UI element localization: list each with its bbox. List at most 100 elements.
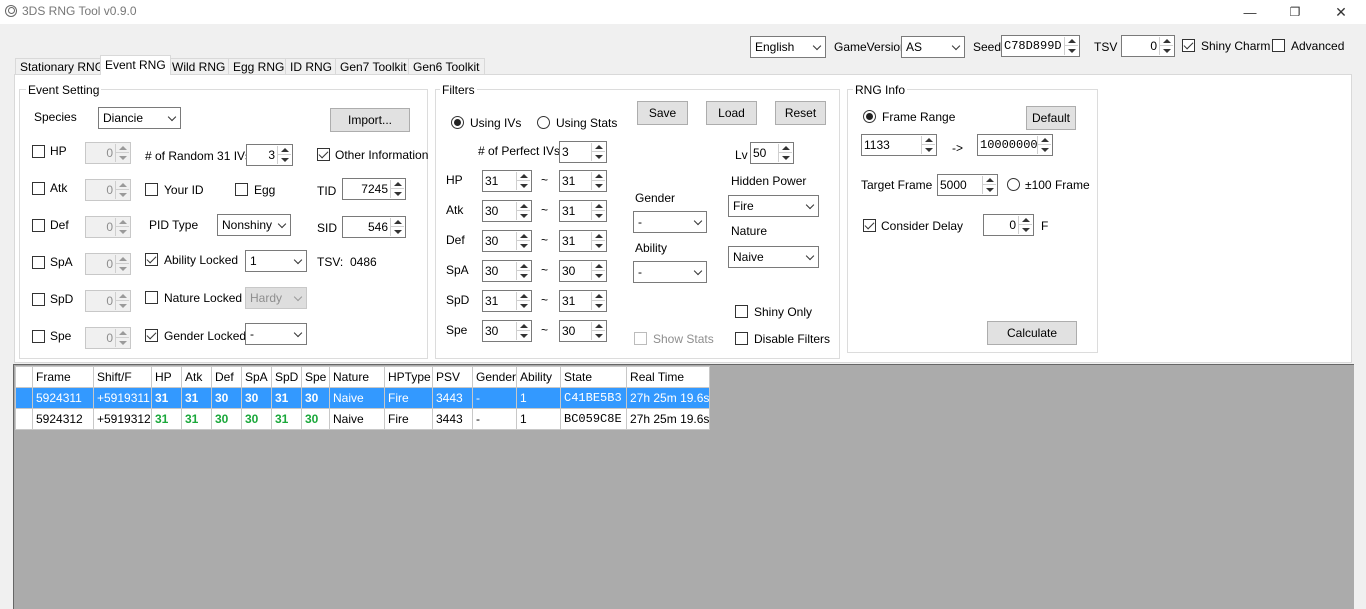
spinner-icon[interactable]	[591, 172, 605, 190]
row-header[interactable]	[15, 408, 33, 430]
iv-spa-max[interactable]: 30	[559, 260, 607, 282]
nature-select[interactable]: Naive	[728, 246, 819, 268]
spinner-icon[interactable]	[921, 136, 935, 154]
hp-checkbox[interactable]	[32, 145, 45, 158]
egg-checkbox[interactable]	[235, 183, 248, 196]
shiny-only-checkbox[interactable]	[735, 305, 748, 318]
col-hp[interactable]: HP	[151, 366, 182, 388]
col-psv[interactable]: PSV	[432, 366, 473, 388]
spa-checkbox[interactable]	[32, 256, 45, 269]
spinner-icon[interactable]	[115, 218, 129, 236]
spe-stat-field[interactable]: 0	[85, 327, 131, 349]
tab-egg-rng[interactable]: Egg RNG	[228, 58, 290, 75]
spinner-icon[interactable]	[516, 322, 530, 340]
col-spd[interactable]: SpD	[271, 366, 302, 388]
spinner-icon[interactable]	[591, 262, 605, 280]
spinner-icon[interactable]	[390, 218, 404, 236]
spinner-icon[interactable]	[516, 202, 530, 220]
iv-atk-min[interactable]: 30	[482, 200, 532, 222]
spinner-icon[interactable]	[591, 322, 605, 340]
random-ivs-field[interactable]: 3	[246, 144, 293, 166]
spinner-icon[interactable]	[778, 144, 792, 162]
col-spa[interactable]: SpA	[241, 366, 272, 388]
frame-start-field[interactable]: 1133	[861, 134, 937, 156]
col-def[interactable]: Def	[211, 366, 242, 388]
your-id-checkbox[interactable]	[145, 183, 158, 196]
disable-filters-checkbox[interactable]	[735, 332, 748, 345]
calculate-button[interactable]: Calculate	[987, 321, 1077, 345]
col-gender[interactable]: Gender	[471, 366, 518, 388]
target-frame-field[interactable]: 5000	[937, 174, 998, 196]
game-version-select[interactable]: AS	[901, 36, 965, 58]
lv-field[interactable]: 50	[750, 142, 794, 164]
import-button[interactable]: Import...	[330, 108, 410, 132]
spinner-icon[interactable]	[516, 232, 530, 250]
load-button[interactable]: Load	[706, 101, 757, 125]
tid-field[interactable]: 7245	[342, 178, 406, 200]
reset-button[interactable]: Reset	[775, 101, 826, 125]
spinner-icon[interactable]	[591, 232, 605, 250]
restore-button[interactable]: ❐	[1272, 0, 1318, 24]
consider-delay-checkbox[interactable]	[863, 219, 876, 232]
close-button[interactable]: ✕	[1318, 0, 1364, 24]
spinner-icon[interactable]	[115, 144, 129, 162]
filter-gender-select[interactable]: -	[633, 211, 707, 233]
ability-locked-checkbox[interactable]	[145, 253, 158, 266]
spinner-icon[interactable]	[591, 143, 605, 161]
col-frame[interactable]: Frame	[32, 366, 94, 388]
iv-spe-max[interactable]: 30	[559, 320, 607, 342]
hp-stat-field[interactable]: 0	[85, 142, 131, 164]
iv-def-max[interactable]: 31	[559, 230, 607, 252]
spinner-icon[interactable]	[516, 262, 530, 280]
atk-stat-field[interactable]: 0	[85, 179, 131, 201]
row-header[interactable]	[15, 387, 33, 409]
frame-range-radio[interactable]	[863, 110, 876, 123]
sid-field[interactable]: 546	[342, 216, 406, 238]
col-hptype[interactable]: HPType	[384, 366, 433, 388]
spinner-icon[interactable]	[1159, 37, 1173, 55]
other-info-checkbox[interactable]	[317, 148, 330, 161]
spa-stat-field[interactable]: 0	[85, 253, 131, 275]
table-row[interactable]: 5924312 +5919312 31 31 30 30 31 30 Naive…	[15, 408, 711, 430]
species-select[interactable]: Diancie	[98, 107, 181, 129]
def-checkbox[interactable]	[32, 219, 45, 232]
save-button[interactable]: Save	[637, 101, 688, 125]
spinner-icon[interactable]	[115, 181, 129, 199]
nature-locked-checkbox[interactable]	[145, 291, 158, 304]
spinner-icon[interactable]	[115, 329, 129, 347]
tab-wild-rng[interactable]: Wild RNG	[167, 58, 231, 75]
tsv-field[interactable]: 0	[1121, 35, 1175, 57]
iv-hp-max[interactable]: 31	[559, 170, 607, 192]
col-ability[interactable]: Ability	[516, 366, 562, 388]
tab-event-rng[interactable]: Event RNG	[100, 55, 171, 75]
atk-checkbox[interactable]	[32, 182, 45, 195]
gender-locked-select[interactable]: -	[245, 323, 307, 345]
show-stats-checkbox[interactable]	[634, 332, 647, 345]
col-atk[interactable]: Atk	[181, 366, 212, 388]
tab-gen7-toolkit[interactable]: Gen7 Toolkit	[335, 58, 412, 75]
col-spe[interactable]: Spe	[301, 366, 330, 388]
spd-stat-field[interactable]: 0	[85, 290, 131, 312]
nature-locked-select[interactable]: Hardy	[245, 287, 307, 309]
spinner-icon[interactable]	[591, 292, 605, 310]
spinner-icon[interactable]	[516, 292, 530, 310]
spd-checkbox[interactable]	[32, 293, 45, 306]
spinner-icon[interactable]	[1037, 136, 1051, 154]
iv-atk-max[interactable]: 31	[559, 200, 607, 222]
iv-hp-min[interactable]: 31	[482, 170, 532, 192]
frame-end-field[interactable]: 10000000	[977, 134, 1053, 156]
perfect-ivs-field[interactable]: 3	[559, 141, 607, 163]
gender-locked-checkbox[interactable]	[145, 329, 158, 342]
iv-spd-min[interactable]: 31	[482, 290, 532, 312]
table-row[interactable]: 5924311 +5919311 31 31 30 30 31 30 Naive…	[15, 387, 711, 409]
spinner-icon[interactable]	[516, 172, 530, 190]
spe-checkbox[interactable]	[32, 330, 45, 343]
default-button[interactable]: Default	[1026, 106, 1076, 130]
col-real-time[interactable]: Real Time	[626, 366, 711, 388]
seed-field[interactable]: C78D899D	[1001, 35, 1080, 57]
iv-def-min[interactable]: 30	[482, 230, 532, 252]
spinner-icon[interactable]	[390, 180, 404, 198]
ability-select[interactable]: 1	[245, 250, 307, 272]
pm100-frame-radio[interactable]	[1007, 178, 1020, 191]
using-ivs-radio[interactable]	[451, 116, 464, 129]
